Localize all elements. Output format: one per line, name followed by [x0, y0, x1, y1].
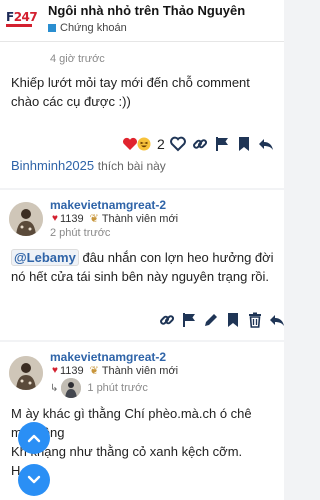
reaction-count: 2	[157, 136, 165, 152]
post-time[interactable]: 1 phút trước	[87, 382, 147, 394]
user-mention[interactable]: @Lebamy	[11, 249, 79, 266]
heart-reaction-icon	[123, 137, 137, 150]
liked-text: thích bài này	[97, 159, 166, 173]
post: 4 giờ trước Khiếp lướt mỏi tay mới đến c…	[0, 42, 284, 188]
heart-count: 1139	[59, 364, 84, 377]
avatar[interactable]	[9, 202, 43, 236]
reply-arrow-icon: ↳	[50, 382, 59, 394]
site-logo[interactable]: F247	[6, 6, 44, 36]
chevron-up-icon	[27, 434, 41, 443]
heart-count: 1139	[59, 212, 84, 225]
post-body: Khiếp lướt mỏi tay mới đến chỗ comment c…	[11, 75, 250, 109]
post-body: M ày khác gì thằng Chí phèo.mà.ch ó chê …	[11, 404, 277, 480]
reply-button[interactable]	[268, 311, 286, 329]
rank-icon: ❦	[89, 213, 99, 225]
post-line: H	[11, 463, 21, 478]
reply-icon	[270, 315, 284, 326]
avatar[interactable]	[9, 356, 43, 390]
link-icon	[192, 139, 207, 149]
post-line: Kh khạng như thằng cỏ xanh kệch cỡm.	[11, 444, 243, 459]
post: makevietnamgreat-2 ♥ 1139 ❦ Thành viên m…	[0, 190, 284, 340]
bookmark-icon	[238, 137, 249, 151]
thread-title[interactable]: Ngôi nhà nhỏ trên Thảo Nguyên	[48, 3, 245, 18]
author-stats: ♥ 1139 ❦ Thành viên mới	[52, 212, 179, 226]
logo-underline	[6, 24, 32, 27]
logo-text: F	[6, 10, 14, 24]
reply-avatar[interactable]	[61, 378, 82, 398]
flag-button[interactable]	[180, 311, 198, 329]
like-button[interactable]	[169, 135, 187, 153]
post-actions: 2	[122, 135, 275, 153]
avatar-photo-icon	[9, 202, 43, 236]
category-label: Chứng khoán	[60, 22, 127, 34]
link-icon	[160, 315, 175, 325]
flag-icon	[183, 313, 195, 327]
post-time[interactable]: 4 giờ trước	[50, 53, 105, 65]
share-link-button[interactable]	[191, 135, 209, 153]
bookmark-button[interactable]	[235, 135, 253, 153]
post-line: M ày khác gì thằng Chí phèo.mà.ch ó chê	[11, 406, 252, 421]
post-line: m m.lông	[11, 425, 64, 440]
author-stats: ♥ 1139 ❦ Thành viên mới	[52, 364, 179, 378]
pencil-icon	[205, 314, 217, 326]
likes-summary: Binhminh2025 thích bài này	[11, 158, 166, 173]
category-badge[interactable]: Chứng khoán	[48, 22, 245, 34]
category-color-icon	[48, 24, 56, 32]
delete-button[interactable]	[246, 311, 264, 329]
rank-icon: ❦	[89, 365, 99, 377]
member-rank: Thành viên mới	[101, 364, 179, 377]
thread-header: F247 Ngôi nhà nhỏ trên Thảo Nguyên Chứng…	[0, 0, 284, 42]
post-actions	[154, 311, 286, 329]
avatar-photo-icon	[61, 378, 82, 398]
scroll-down-button[interactable]	[18, 464, 50, 496]
member-rank: Thành viên mới	[101, 212, 179, 225]
heart-icon: ♥	[52, 365, 58, 376]
reactions-summary[interactable]: 2	[122, 136, 165, 152]
chevron-down-icon	[27, 475, 41, 484]
reply-icon	[258, 139, 273, 150]
bookmark-icon	[228, 313, 238, 327]
heart-icon: ♥	[52, 213, 58, 224]
edit-button[interactable]	[202, 311, 220, 329]
bookmark-button[interactable]	[224, 311, 242, 329]
laughing-emoji-icon	[137, 137, 151, 151]
reply-context: ↳ 1 phút trước	[50, 378, 148, 398]
scroll-up-button[interactable]	[18, 422, 50, 454]
flag-button[interactable]	[213, 135, 231, 153]
trash-icon	[249, 312, 261, 328]
reply-button[interactable]	[257, 135, 275, 153]
avatar-photo-icon	[9, 356, 43, 390]
post-body: @Lebamy đâu nhắn con lợn heo hưởng đời n…	[11, 248, 277, 286]
flag-icon	[215, 137, 228, 151]
post-time[interactable]: 2 phút trước	[50, 227, 110, 239]
logo-number: 247	[13, 10, 38, 24]
post-author[interactable]: makevietnamgreat-2	[50, 350, 166, 364]
heart-icon	[169, 136, 186, 152]
liked-username[interactable]: Binhminh2025	[11, 158, 94, 173]
share-link-button[interactable]	[158, 311, 176, 329]
post-author[interactable]: makevietnamgreat-2	[50, 198, 166, 212]
